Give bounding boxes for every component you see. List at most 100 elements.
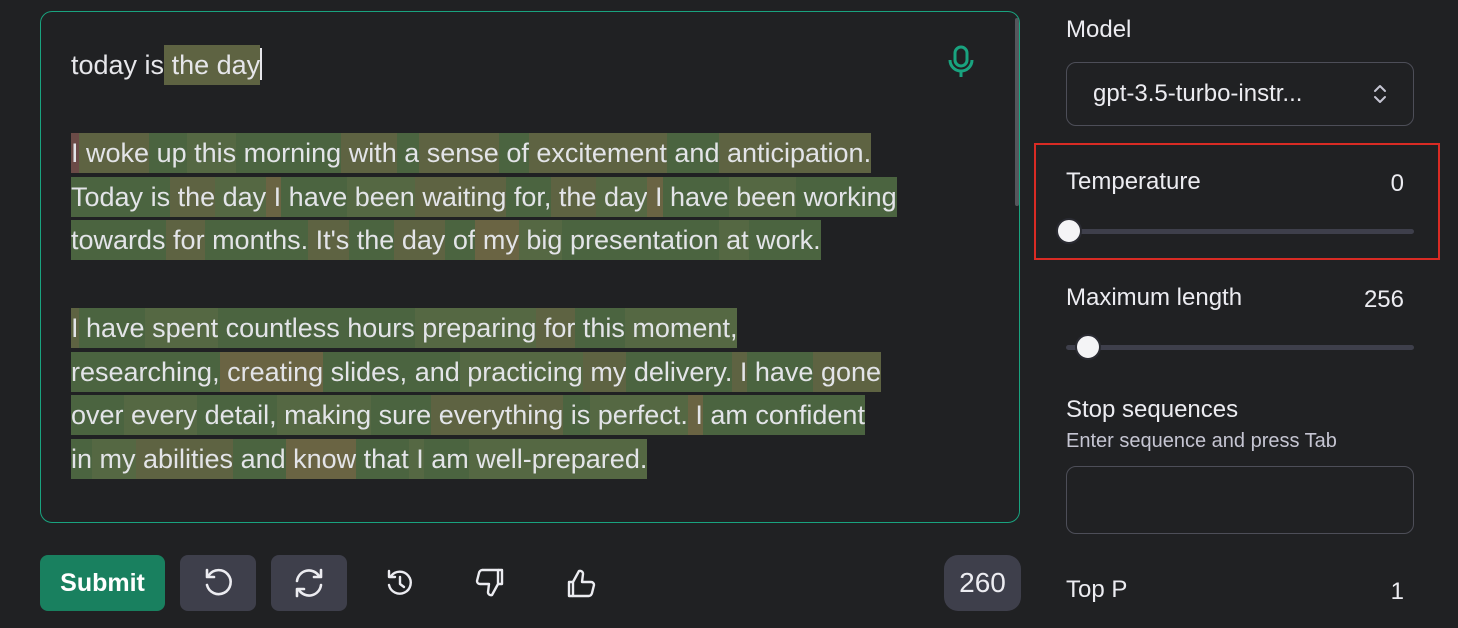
microphone-icon[interactable]: [946, 45, 976, 79]
token-highlight: in: [71, 438, 93, 479]
token-highlight: been: [347, 176, 415, 217]
top-p-label: Top P: [1066, 576, 1128, 603]
completion-line: I woke up this morning with a sense of e…: [71, 132, 897, 176]
undo-button[interactable]: [180, 555, 256, 611]
token-highlight: and: [407, 351, 460, 392]
token-highlight: I: [71, 133, 79, 173]
token-highlight: presentation: [562, 220, 719, 260]
thumbs-up-button[interactable]: [553, 555, 609, 611]
completion-line: I have spent countless hours preparing f…: [71, 307, 881, 351]
model-select-value: gpt-3.5-turbo-instr...: [1093, 80, 1303, 107]
token-highlight: moment,: [624, 308, 738, 348]
token-highlight: I: [732, 351, 748, 392]
token-highlight: am: [702, 395, 748, 435]
token-highlight: I: [71, 308, 79, 348]
token-highlight: preparing: [414, 308, 537, 348]
token-highlight: woke: [78, 133, 150, 173]
temperature-slider-thumb[interactable]: [1056, 218, 1082, 244]
prompt-editor[interactable]: today is the day I woke up this morning …: [40, 11, 1020, 523]
token-highlight: at: [718, 220, 749, 260]
prompt-text: today is the day: [71, 45, 263, 85]
token-highlight: It's: [308, 220, 350, 260]
token-highlight: my: [475, 220, 519, 260]
token-highlight: countless: [218, 308, 340, 348]
maximum-length-slider-thumb[interactable]: [1075, 334, 1102, 360]
token-highlight: spent: [144, 308, 219, 348]
token-highlight: slides,: [323, 351, 408, 392]
token-highlight: up: [149, 133, 187, 173]
token-highlight: my: [92, 438, 136, 479]
token-highlight: sense: [419, 133, 499, 173]
maximum-length-setting: Maximum length 256: [1066, 284, 1414, 364]
thumbs-up-icon: [567, 569, 596, 598]
maximum-length-slider-track[interactable]: [1066, 345, 1414, 350]
completion-line: in my abilities and know that I am well-…: [71, 438, 881, 482]
maximum-length-label: Maximum length: [1066, 284, 1243, 311]
token-highlight: for: [165, 220, 205, 260]
token-highlight: this: [186, 133, 237, 173]
token-highlight: for,: [506, 176, 552, 217]
token-highlight: that: [356, 438, 409, 479]
model-select[interactable]: gpt-3.5-turbo-instr...: [1066, 62, 1414, 126]
token-highlight: abilities: [135, 438, 234, 479]
token-highlight: a: [396, 133, 420, 173]
undo-icon: [205, 568, 232, 596]
token-highlight: waiting: [414, 176, 507, 217]
token-highlight: creating: [219, 351, 324, 392]
text-caret: [260, 48, 263, 80]
editor-scrollbar[interactable]: [1015, 18, 1019, 206]
token-highlight: the: [170, 176, 216, 217]
model-label: Model: [1066, 16, 1132, 43]
token-highlight: been: [728, 176, 797, 217]
submit-button[interactable]: Submit: [40, 555, 165, 611]
token-highlight: my: [582, 351, 627, 392]
history-icon: [387, 569, 412, 595]
token-highlight: of: [498, 133, 529, 173]
temperature-setting: Temperature 0: [1056, 168, 1414, 248]
token-highlight: I: [687, 395, 703, 435]
token-highlight: everything: [431, 395, 564, 435]
token-highlight: researching,: [71, 351, 220, 392]
thumbs-down-button[interactable]: [462, 555, 518, 611]
token-highlight: day: [394, 220, 446, 260]
completion-line: researching, creating slides, and practi…: [71, 351, 882, 395]
token-highlight: working: [796, 176, 897, 217]
token-highlight: with: [341, 133, 397, 173]
token-highlight: hours: [339, 308, 415, 348]
token-highlight: I: [647, 176, 663, 217]
token-highlight: over: [71, 395, 124, 435]
token-highlight: towards: [71, 220, 166, 260]
token-highlight: well-prepared.: [468, 438, 648, 479]
completion-line: over every detail, making sure everythin…: [71, 394, 881, 438]
token-highlight: morning: [236, 133, 342, 173]
token-highlight: have: [78, 308, 145, 348]
temperature-slider-track[interactable]: [1066, 229, 1414, 234]
token-highlight: have: [662, 176, 729, 217]
history-button[interactable]: [372, 555, 428, 611]
token-highlight: excitement: [528, 133, 667, 173]
token-highlight: I: [266, 176, 282, 217]
stop-sequences-label: Stop sequences: [1066, 396, 1239, 423]
token-count-badge: 260: [944, 555, 1021, 611]
completion-paragraph: I have spent countless hours preparing f…: [71, 307, 882, 482]
token-highlight: perfect.: [590, 395, 688, 435]
temperature-value: 0: [1390, 170, 1404, 197]
token-highlight: gone: [813, 351, 882, 392]
token-highlight: I: [408, 438, 424, 479]
token-highlight: months.: [204, 220, 309, 260]
token-highlight: am: [423, 438, 469, 479]
stop-sequences-input[interactable]: [1066, 466, 1414, 534]
token-highlight: and: [666, 133, 720, 173]
token-highlight: have: [747, 351, 814, 392]
token-highlight: every: [123, 395, 198, 435]
regenerate-button[interactable]: [271, 555, 347, 611]
token-highlight: and: [233, 438, 286, 479]
token-highlight: have: [281, 176, 348, 217]
token-highlight: this: [575, 308, 625, 348]
completion-line: Today is the day I have been waiting for…: [71, 176, 897, 220]
thumbs-down-icon: [475, 568, 504, 597]
token-highlight: detail,: [197, 395, 277, 435]
token-highlight: anticipation.: [719, 133, 872, 173]
token-highlight: confident: [747, 395, 865, 435]
token-highlight: the: [551, 176, 597, 217]
